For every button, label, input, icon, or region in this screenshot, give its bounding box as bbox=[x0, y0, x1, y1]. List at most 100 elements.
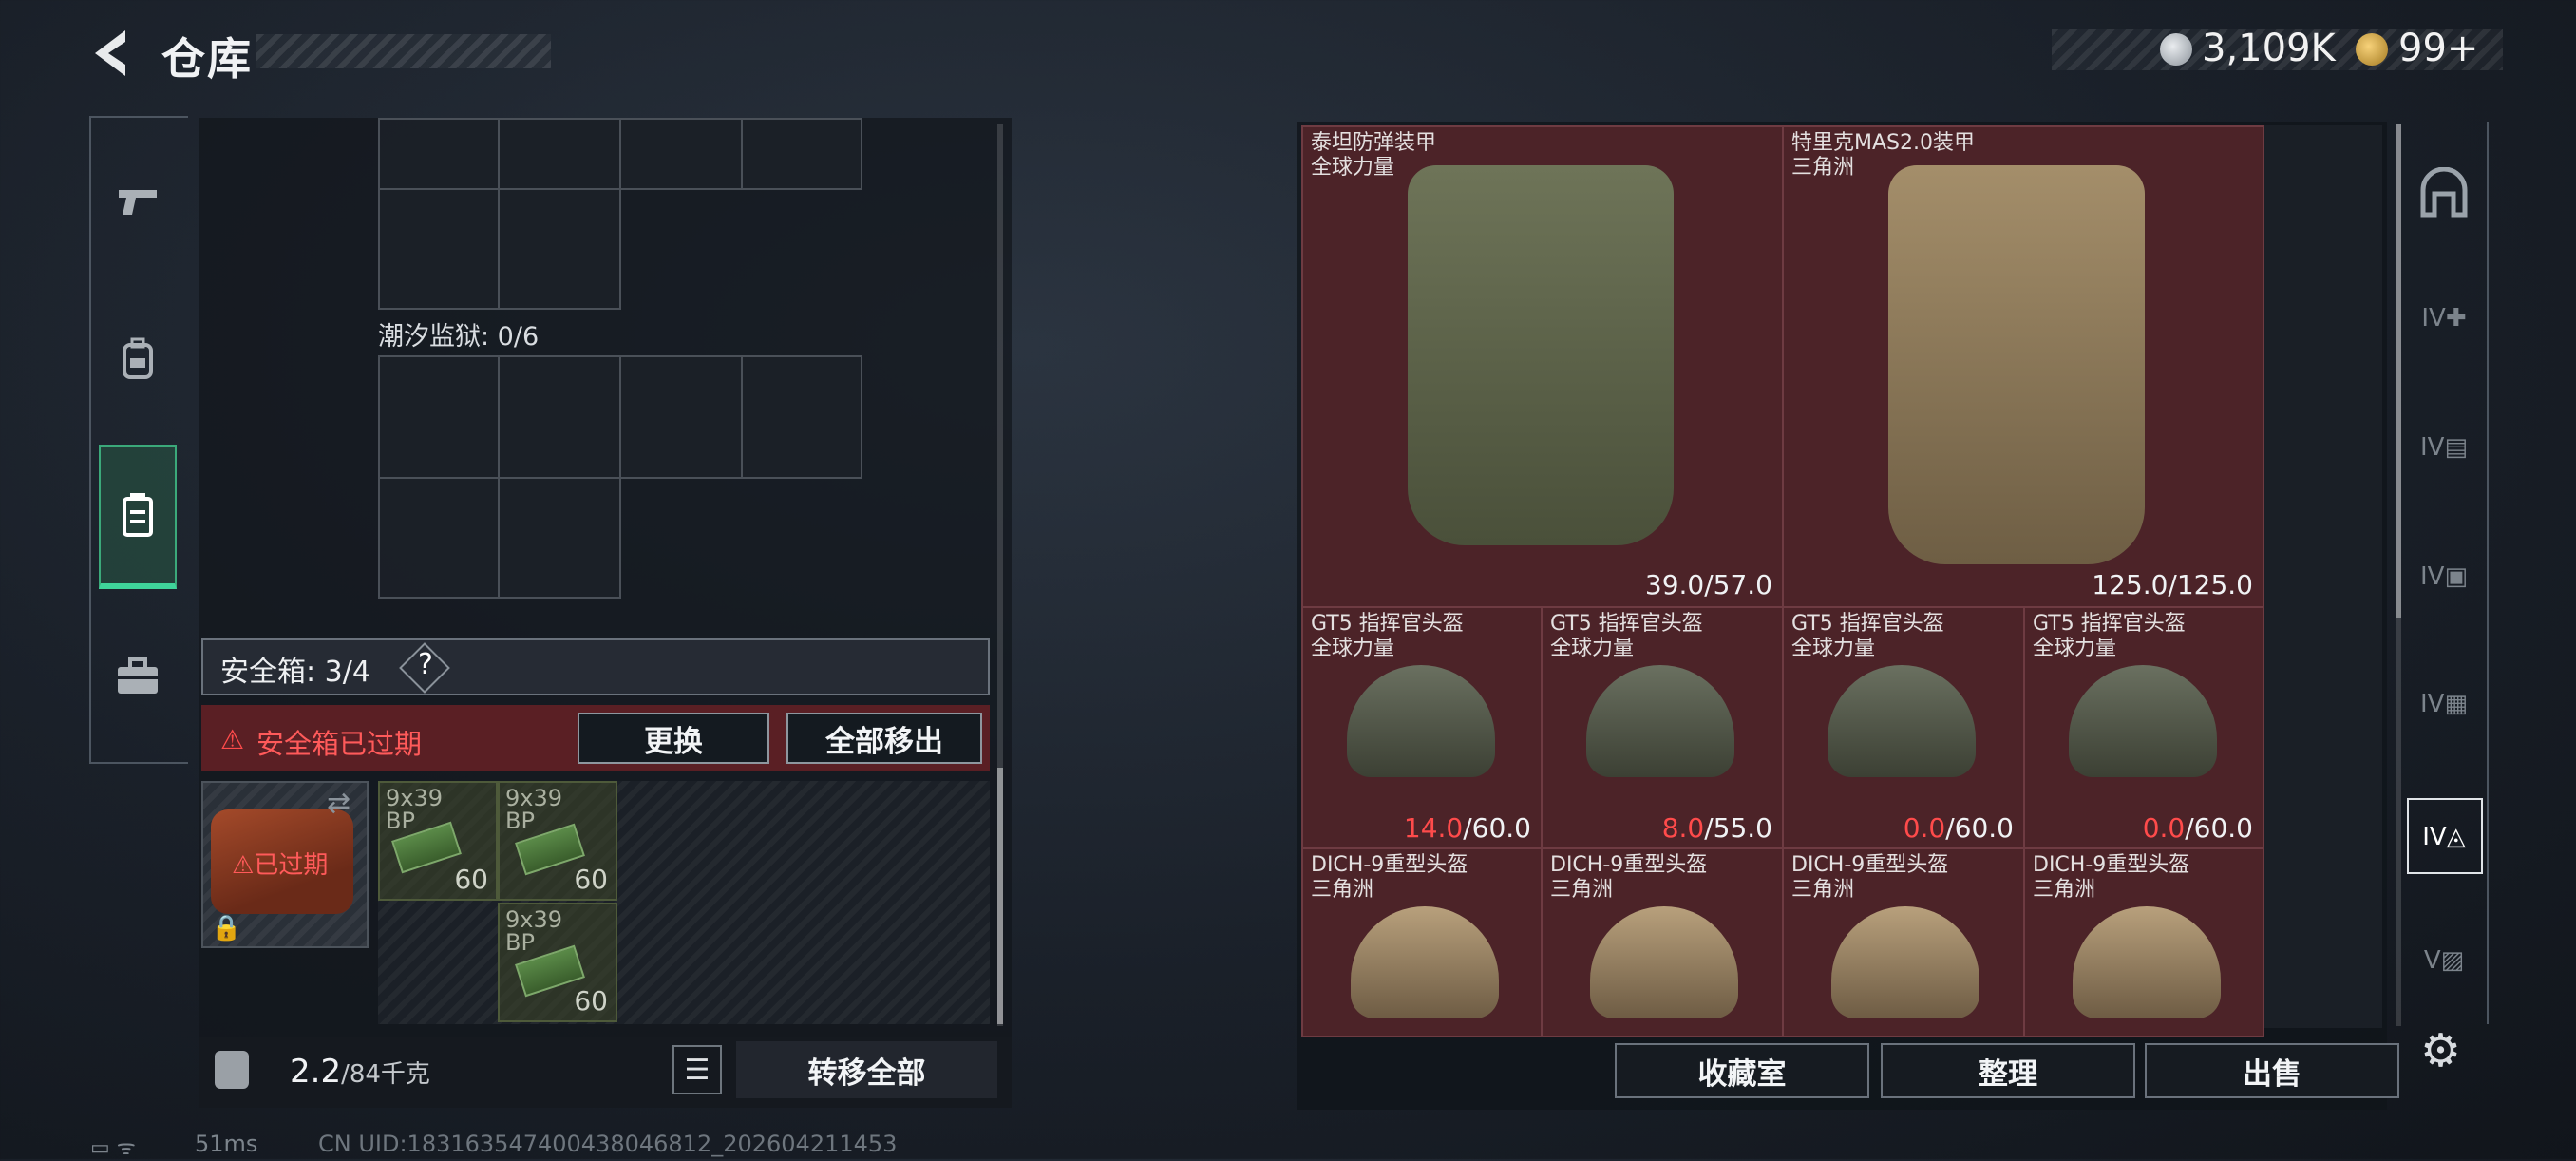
list-view-button[interactable]: ☰ bbox=[672, 1045, 722, 1094]
grid-slot[interactable] bbox=[378, 118, 500, 190]
item-faction: 三角洲 bbox=[2033, 878, 2096, 902]
prison-slot[interactable] bbox=[378, 477, 500, 599]
sell-button[interactable]: 出售 bbox=[2145, 1043, 2399, 1098]
nav-weapons-tab[interactable] bbox=[99, 144, 177, 258]
ammo-item[interactable]: 9x39 BP 60 bbox=[498, 781, 617, 901]
replace-button[interactable]: 更换 bbox=[578, 713, 769, 764]
helmet-item[interactable]: GT5 指挥官头盔 全球力量 0.0/60.0 bbox=[1782, 606, 2025, 849]
item-faction: 三角洲 bbox=[1550, 878, 1614, 902]
rnav-medical-tab[interactable]: IV ✚ bbox=[2411, 285, 2477, 352]
prison-slot[interactable] bbox=[619, 355, 743, 479]
tier-label: IV bbox=[2419, 562, 2445, 591]
title-stripe bbox=[256, 34, 551, 68]
helmet-item[interactable]: DICH-9重型头盔 三角洲 bbox=[1541, 847, 1784, 1037]
vest-item[interactable]: 特里克MAS2.0装甲 三角洲 125.0/125.0 bbox=[1782, 125, 2264, 608]
premium-currency-value[interactable]: 99+ bbox=[2398, 27, 2478, 70]
durability-current: 14.0 bbox=[1403, 812, 1464, 844]
item-faction: 全球力量 bbox=[1791, 637, 1876, 660]
nav-backpack-tab[interactable] bbox=[99, 302, 177, 416]
collection-room-button[interactable]: 收藏室 bbox=[1615, 1043, 1869, 1098]
ammo-name: 9x39 bbox=[386, 785, 444, 811]
item-name: GT5 指挥官头盔 bbox=[1311, 612, 1464, 636]
rnav-armor-tab[interactable]: IV ◬ bbox=[2411, 804, 2477, 870]
case-expired-text: 已过期 bbox=[254, 851, 329, 880]
pistol-icon bbox=[119, 190, 157, 215]
grid-slot[interactable] bbox=[498, 188, 621, 310]
helmet-item[interactable]: DICH-9重型头盔 三角洲 bbox=[1301, 847, 1543, 1037]
dich-helmet-image bbox=[2073, 906, 2221, 1018]
prison-slot[interactable] bbox=[498, 477, 621, 599]
rnav-all-tab[interactable] bbox=[2411, 160, 2477, 226]
tidal-prison-label: 潮汐监狱: 0/6 bbox=[378, 322, 540, 352]
tier-label: V bbox=[2423, 946, 2441, 975]
safe-box-label: 安全箱: 3/4 bbox=[220, 656, 370, 689]
grid-slot[interactable] bbox=[741, 118, 862, 190]
item-faction: 全球力量 bbox=[1311, 637, 1395, 660]
weight-capacity: /84千克 bbox=[341, 1060, 430, 1089]
nav-safe-case-tab[interactable] bbox=[99, 445, 177, 589]
durability-current: 0.0 bbox=[1903, 812, 1946, 844]
ammo-item[interactable]: 9x39 BP 60 bbox=[498, 903, 617, 1022]
grid-slot[interactable] bbox=[378, 188, 500, 310]
grid-slot[interactable] bbox=[498, 118, 621, 190]
safe-case-icon bbox=[123, 493, 153, 537]
ping-text: 51ms bbox=[195, 1131, 258, 1157]
durability-current: 8.0 bbox=[1661, 812, 1705, 844]
ammo-name: 9x39 bbox=[505, 906, 563, 933]
item-name: DICH-9重型头盔 bbox=[1550, 853, 1708, 877]
battery-wifi-icon: ▭ ᯤ bbox=[90, 1136, 136, 1160]
ammo-type: BP bbox=[505, 808, 535, 834]
prison-slot[interactable] bbox=[378, 355, 500, 479]
item-name: GT5 指挥官头盔 bbox=[2033, 612, 2186, 636]
transfer-all-button[interactable]: 转移全部 bbox=[736, 1041, 997, 1098]
gt5-helmet-image bbox=[1586, 665, 1734, 777]
helmet-item[interactable]: DICH-9重型头盔 三角洲 bbox=[2023, 847, 2264, 1037]
rnav-device-tab[interactable]: IV ▣ bbox=[2411, 543, 2477, 610]
item-faction: 全球力量 bbox=[1550, 637, 1635, 660]
help-button[interactable]: ? bbox=[412, 648, 439, 686]
weight-current: 2.2 bbox=[290, 1053, 342, 1091]
expired-warning-text: 安全箱已过期 bbox=[256, 728, 423, 760]
case-expired-label: ⚠已过期 bbox=[232, 851, 329, 880]
silver-coin-icon bbox=[2160, 33, 2192, 66]
vest-item[interactable]: 泰坦防弹装甲 全球力量 39.0/57.0 bbox=[1301, 125, 1784, 608]
helmet-item[interactable]: DICH-9重型头盔 三角洲 bbox=[1782, 847, 2025, 1037]
mas-armor-image bbox=[1888, 165, 2145, 564]
gt5-helmet-image bbox=[1347, 665, 1495, 777]
tier-label: IV bbox=[2419, 690, 2445, 718]
back-arrow-icon[interactable] bbox=[87, 27, 135, 80]
ammo-count: 60 bbox=[454, 864, 488, 895]
item-durability: 125.0/125.0 bbox=[2092, 569, 2253, 600]
arch-icon bbox=[2420, 167, 2468, 218]
rnav-misc-tab[interactable]: V ▨ bbox=[2411, 927, 2477, 994]
lock-icon: 🔒 bbox=[211, 914, 242, 942]
helmet-item[interactable]: GT5 指挥官头盔 全球力量 14.0/60.0 bbox=[1301, 606, 1543, 849]
ammo-item[interactable]: 9x39 BP 60 bbox=[378, 781, 498, 901]
swap-icon[interactable]: ⇄ bbox=[327, 787, 350, 820]
helmet-item[interactable]: GT5 指挥官头盔 全球力量 8.0/55.0 bbox=[1541, 606, 1784, 849]
ammo-type: BP bbox=[386, 808, 415, 834]
prison-slot[interactable] bbox=[741, 355, 862, 479]
gold-coin-icon bbox=[2356, 33, 2388, 66]
durability-max: /60.0 bbox=[2185, 812, 2253, 844]
prison-slot[interactable] bbox=[498, 355, 621, 479]
left-scrollbar-thumb[interactable] bbox=[997, 768, 1003, 1024]
durability-current: 0.0 bbox=[2142, 812, 2186, 844]
organize-button[interactable]: 整理 bbox=[1881, 1043, 2135, 1098]
rnav-documents-tab[interactable]: IV ▤ bbox=[2411, 414, 2477, 481]
item-name: GT5 指挥官头盔 bbox=[1550, 612, 1703, 636]
dich-helmet-image bbox=[1590, 906, 1738, 1018]
rnav-tools-tab[interactable]: IV ▦ bbox=[2411, 671, 2477, 737]
durability-max: /60.0 bbox=[1463, 812, 1531, 844]
nav-toolbox-tab[interactable] bbox=[99, 619, 177, 733]
move-all-out-button[interactable]: 全部移出 bbox=[786, 713, 982, 764]
titan-armor-image bbox=[1408, 165, 1674, 545]
item-name: 泰坦防弹装甲 bbox=[1311, 131, 1437, 155]
gear-icon[interactable]: ⚙ bbox=[2420, 1024, 2461, 1077]
helmet-item[interactable]: GT5 指挥官头盔 全球力量 0.0/60.0 bbox=[2023, 606, 2264, 849]
gt5-helmet-image bbox=[1828, 665, 1976, 777]
dich-helmet-image bbox=[1831, 906, 1979, 1018]
medkit-icon: ✚ bbox=[2445, 304, 2467, 333]
grid-slot[interactable] bbox=[619, 118, 743, 190]
right-scrollbar-thumb[interactable] bbox=[2396, 124, 2401, 618]
